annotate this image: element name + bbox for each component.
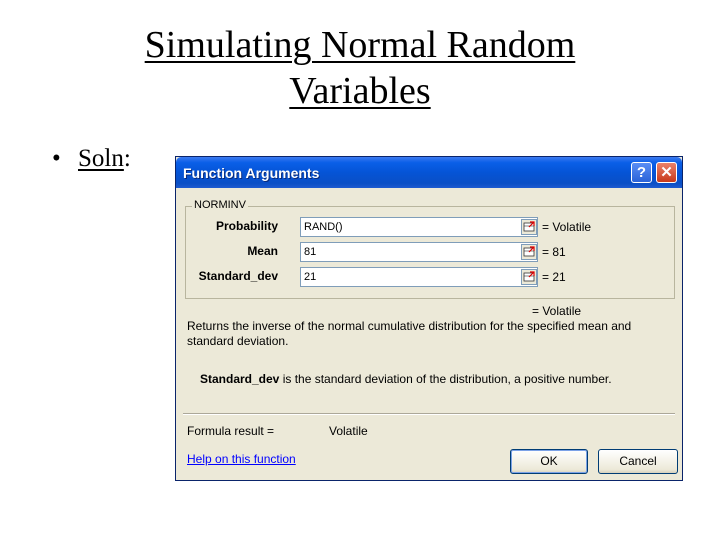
help-icon[interactable]: ? [631,162,652,183]
bullet-label: Soln [78,145,124,172]
cancel-button[interactable]: Cancel [598,449,678,474]
formula-result-value: Volatile [329,424,368,438]
parameter-help: Standard_dev is the standard deviation o… [200,372,612,386]
arg-row-mean: Mean 81 = 81 [186,242,674,262]
function-arguments-dialog: Function Arguments ? ✕ NORMINV Probabili… [175,156,683,481]
help-on-function-link[interactable]: Help on this function [187,452,296,466]
overall-result: = Volatile [532,304,582,318]
dialog-titlebar[interactable]: Function Arguments ? ✕ [176,157,682,188]
probability-input[interactable]: RAND() [300,217,538,237]
arg-label-standard-dev: Standard_dev [198,269,278,283]
arg-label-mean: Mean [247,244,278,258]
arg-result-probability: = Volatile [542,220,592,234]
mean-input[interactable]: 81 [300,242,538,262]
arg-result-standard-dev: = 21 [542,270,566,284]
slide-title-line2: Variables [289,70,431,112]
formula-result-label: Formula result = [187,424,275,438]
dialog-title: Function Arguments [183,165,320,181]
collapse-dialog-icon[interactable] [521,244,537,260]
arguments-group: NORMINV Probability RAND() = Volatile Me… [185,199,675,299]
bullet-colon: : [123,145,131,172]
collapse-dialog-icon[interactable] [521,269,537,285]
arg-row-standard-dev: Standard_dev 21 = 21 [186,267,674,287]
standard-dev-input[interactable]: 21 [300,267,538,287]
arg-label-probability: Probability [215,219,278,233]
function-description: Returns the inverse of the normal cumula… [187,319,632,348]
separator [183,413,675,415]
ok-button[interactable]: OK [510,449,588,474]
slide-title-line1: Simulating Normal Random [144,24,576,66]
parameter-name: Standard_dev [200,372,280,386]
parameter-description: is the standard deviation of the distrib… [279,372,612,386]
arg-row-probability: Probability RAND() = Volatile [186,217,674,237]
bullet-item: • Soln: [52,145,131,173]
close-icon[interactable]: ✕ [656,162,677,183]
arg-result-mean: = 81 [542,245,566,259]
slide-title: Simulating Normal Random Variables [0,22,720,114]
collapse-dialog-icon[interactable] [521,219,537,235]
bullet-dot: • [52,145,61,172]
function-name-label: NORMINV [192,199,248,211]
